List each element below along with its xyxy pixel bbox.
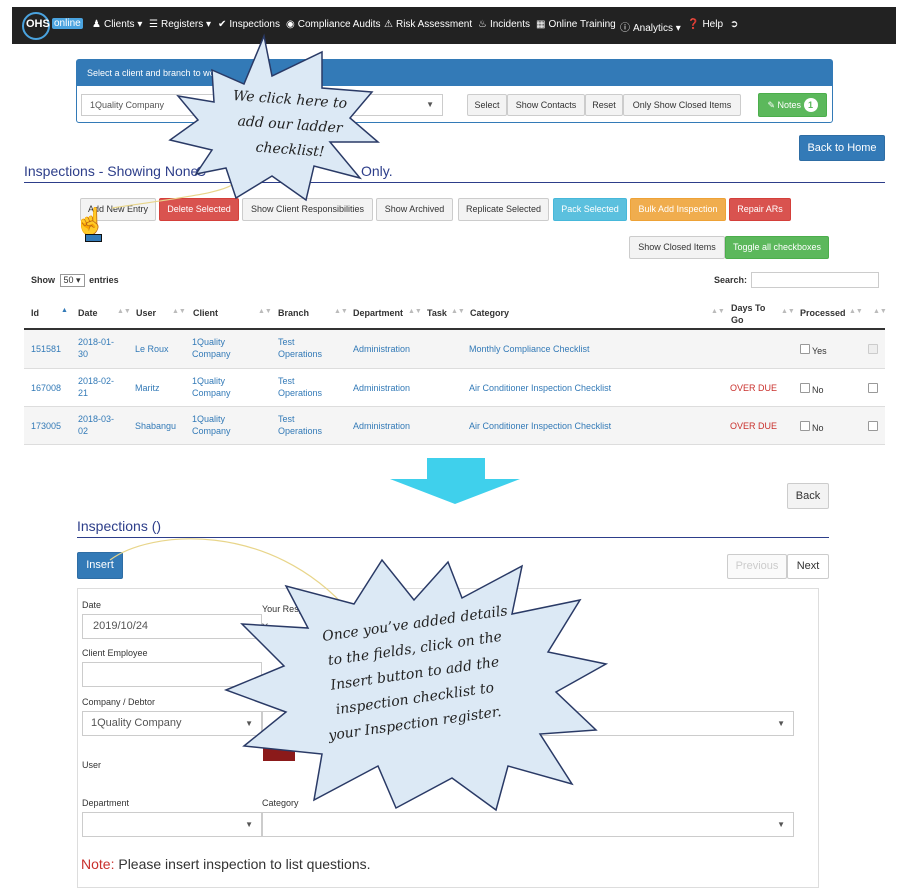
- hand-cuff-icon: [85, 234, 102, 242]
- annotation-overlay: [109, 33, 609, 812]
- callout-text-top: We click here to add our ladder checklis…: [212, 88, 368, 163]
- callout-text-bottom: Once you’ve added details to the fields,…: [296, 603, 534, 744]
- hand-pointer-icon: ☝: [74, 206, 107, 236]
